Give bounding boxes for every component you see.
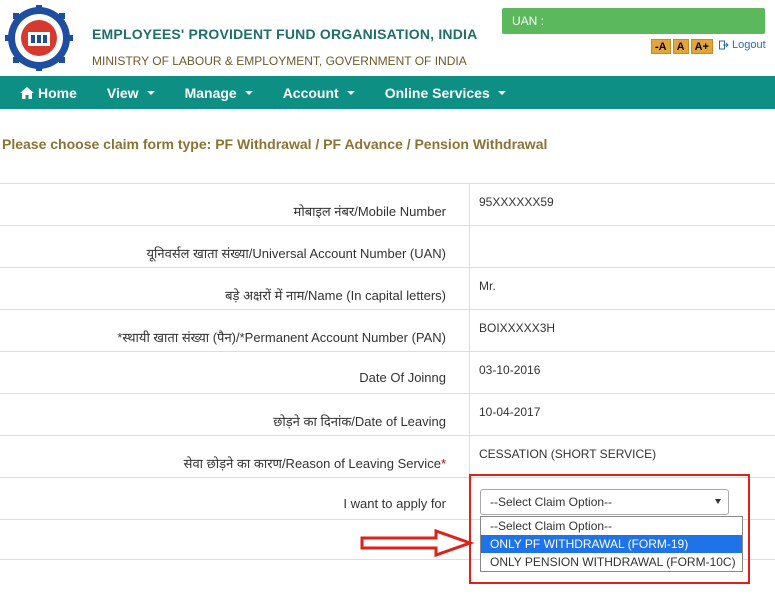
claim-option-select[interactable]: --Select Claim Option-- [480,489,729,515]
option-pension-withdrawal[interactable]: ONLY PENSION WITHDRAWAL (FORM-10C) [481,553,742,571]
nav-account[interactable]: Account [268,76,370,109]
nav-online-services[interactable]: Online Services [370,76,521,109]
chevron-down-icon [244,90,253,95]
mobile-number-label: मोबाइल नंबर/Mobile Number [0,184,470,225]
reason-of-leaving-value: CESSATION (SHORT SERVICE) [479,447,657,461]
option-select-claim[interactable]: --Select Claim Option-- [481,517,742,535]
epfo-logo [5,5,73,71]
table-row: *स्थायी खाता संख्या (पैन)/*Permanent Acc… [0,310,775,352]
nav-view[interactable]: View [92,76,170,109]
reason-of-leaving-text: सेवा छोड़ने का कारण/Reason of Leaving Se… [183,456,441,471]
logout-label: Logout [732,39,766,51]
date-of-joining-label: Date Of Joinng [0,352,470,393]
claim-option-selected: --Select Claim Option-- [490,495,613,509]
table-row: मोबाइल नंबर/Mobile Number 95XXXXXX59 [0,184,775,226]
logout-icon [719,40,729,50]
page-heading: Please choose claim form type: PF Withdr… [2,136,548,152]
nav-view-label: View [106,84,139,101]
chevron-down-icon [346,90,355,95]
annotation-arrow-icon [360,528,475,558]
home-icon [20,86,34,99]
table-row: बड़े अक्षरों में नाम/Name (In capital le… [0,268,775,310]
name-label: बड़े अक्षरों में नाम/Name (In capital le… [0,268,470,309]
dropdown-arrow-icon [715,499,721,504]
nav-home-label: Home [38,84,77,101]
pan-value: BOIXXXXX3H [479,321,556,335]
table-row: Date Of Joinng 03-10-2016 [0,352,775,394]
org-subtitle: MINISTRY OF LABOUR & EMPLOYMENT, GOVERNM… [92,54,467,68]
uan-box: UAN : [502,8,765,34]
nav-home[interactable]: Home [0,76,92,109]
nav-online-services-label: Online Services [384,84,490,101]
option-pf-withdrawal[interactable]: ONLY PF WITHDRAWAL (FORM-19) [481,535,742,553]
nav-account-label: Account [282,84,339,101]
name-value: Mr. [479,279,496,293]
mobile-number-value: 95XXXXXX59 [479,195,554,209]
nav-manage[interactable]: Manage [170,76,268,109]
pan-label: *स्थायी खाता संख्या (पैन)/*Permanent Acc… [0,310,470,351]
date-of-leaving-value: 10-04-2017 [479,405,541,419]
apply-for-label: I want to apply for [0,478,470,519]
date-of-leaving-label: छोड़ने का दिनांक/Date of Leaving [0,394,470,435]
font-increase-button[interactable]: A+ [690,39,713,54]
header: EMPLOYEES' PROVIDENT FUND ORGANISATION, … [0,0,775,76]
table-row: यूनिवर्सल खाता संख्या/Universal Account … [0,226,775,268]
font-normal-button[interactable]: A [672,39,689,54]
main-navbar: Home View Manage Account Online Services [0,76,775,109]
font-size-controls: -A A A+ [651,39,713,54]
org-title: EMPLOYEES' PROVIDENT FUND ORGANISATION, … [92,26,478,42]
table-row: सेवा छोड़ने का कारण/Reason of Leaving Se… [0,436,775,478]
uan-label: यूनिवर्सल खाता संख्या/Universal Account … [0,226,470,267]
chevron-down-icon [146,90,155,95]
logout-link[interactable]: Logout [719,39,766,51]
font-decrease-button[interactable]: -A [651,39,671,54]
required-mark: * [440,456,446,471]
nav-manage-label: Manage [184,84,237,101]
claim-option-dropdown: --Select Claim Option-- ONLY PF WITHDRAW… [480,516,743,572]
date-of-joining-value: 03-10-2016 [479,363,541,377]
chevron-down-icon [497,90,506,95]
reason-of-leaving-label: सेवा छोड़ने का कारण/Reason of Leaving Se… [0,436,470,477]
table-row: छोड़ने का दिनांक/Date of Leaving 10-04-2… [0,394,775,436]
